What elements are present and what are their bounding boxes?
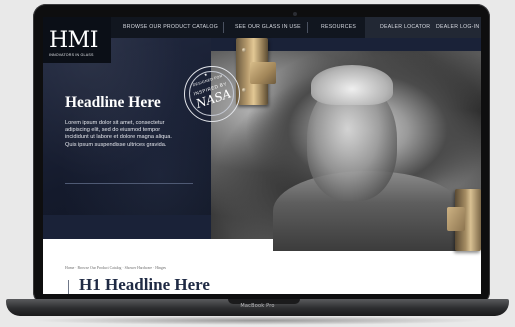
- device-label: MacBook Pro: [240, 303, 275, 309]
- nav-link-resources[interactable]: RESOURCES: [321, 17, 356, 38]
- logo-tagline: INNOVATORS IN GLASS: [49, 53, 94, 57]
- breadcrumb[interactable]: Home · Browse Our Product Catalog · Show…: [65, 266, 166, 270]
- hero-headline: Headline Here: [65, 94, 161, 111]
- photo-hair: [311, 65, 393, 105]
- screw-icon: [242, 48, 246, 52]
- nav-divider: [307, 22, 308, 33]
- nasa-badge: ★ DESIGNED FOR INSPIRED BY NASA: [184, 66, 240, 122]
- nav-link-glass-in-use[interactable]: SEE OUR GLASS IN USE: [235, 17, 301, 38]
- laptop-shadow: [30, 316, 485, 325]
- nav-link-product-catalog[interactable]: BROWSE OUR PRODUCT CATALOG: [123, 17, 218, 38]
- heading-accent-bar: [68, 280, 69, 294]
- browser-viewport: BROWSE OUR PRODUCT CATALOG SEE OUR GLASS…: [43, 17, 481, 294]
- hinge-plate: [250, 62, 276, 84]
- nav-divider: [223, 22, 224, 33]
- hero-divider: [65, 183, 193, 184]
- logo-mark: HMI: [49, 28, 98, 53]
- screw-icon: [242, 88, 246, 92]
- nav-link-dealer-login[interactable]: DEALER LOG-IN: [436, 17, 479, 38]
- hero-section: BROWSE OUR PRODUCT CATALOG SEE OUR GLASS…: [43, 17, 481, 251]
- camera-icon: [293, 12, 297, 16]
- hmi-logo[interactable]: HMI INNOVATORS IN GLASS: [43, 17, 111, 63]
- hinge-plate: [447, 207, 465, 231]
- laptop-base: MacBook Pro: [6, 299, 509, 316]
- hero-body-text: Lorem ipsum dolor sit amet, consectetur …: [65, 120, 172, 148]
- page-title: H1 Headline Here: [79, 275, 210, 294]
- hinge-product-image-right: [447, 189, 481, 251]
- nav-link-dealer-locator[interactable]: DEALER LOCATOR: [380, 17, 430, 38]
